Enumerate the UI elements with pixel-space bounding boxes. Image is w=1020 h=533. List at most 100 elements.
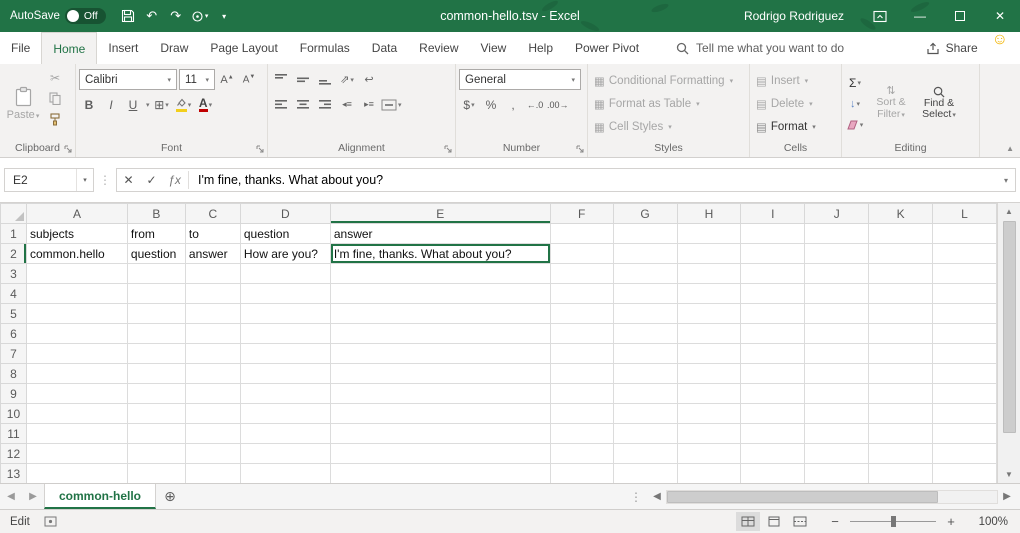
cell-D6[interactable] — [240, 324, 330, 344]
cell-L12[interactable] — [933, 444, 997, 464]
cell-L7[interactable] — [933, 344, 997, 364]
copy-button[interactable] — [45, 88, 65, 109]
tab-view[interactable]: View — [470, 32, 518, 64]
cell-I1[interactable] — [741, 224, 805, 244]
cell-E4[interactable] — [330, 284, 550, 304]
cell-C7[interactable] — [185, 344, 240, 364]
close-button[interactable]: ✕ — [980, 0, 1020, 32]
cell-B7[interactable] — [127, 344, 185, 364]
cell-G5[interactable] — [613, 304, 677, 324]
cell-J8[interactable] — [805, 364, 869, 384]
cell-C10[interactable] — [185, 404, 240, 424]
font-dialog-launcher[interactable] — [255, 144, 265, 154]
tab-page-layout[interactable]: Page Layout — [199, 32, 288, 64]
cell-A13[interactable] — [26, 464, 127, 484]
column-header-L[interactable]: L — [933, 204, 997, 224]
cell-F4[interactable] — [550, 284, 613, 304]
cell-A1[interactable]: subjects — [26, 224, 127, 244]
column-header-H[interactable]: H — [677, 204, 741, 224]
cell-B1[interactable]: from — [127, 224, 185, 244]
cell-D12[interactable] — [240, 444, 330, 464]
user-name[interactable]: Rodrigo Rodriguez — [744, 9, 844, 23]
sort-filter-button[interactable]: ⇅ Sort & Filter▾ — [869, 67, 913, 140]
cell-G6[interactable] — [613, 324, 677, 344]
touch-mode-button[interactable]: ▾ — [188, 3, 212, 29]
formula-input[interactable]: I'm fine, thanks. What about you? — [191, 173, 997, 187]
column-header-G[interactable]: G — [613, 204, 677, 224]
currency-format-button[interactable]: $▾ — [459, 94, 479, 115]
cell-L2[interactable] — [933, 244, 997, 264]
increase-font-button[interactable]: A▲ — [217, 69, 237, 90]
column-header-F[interactable]: F — [550, 204, 613, 224]
cell-B3[interactable] — [127, 264, 185, 284]
cell-C13[interactable] — [185, 464, 240, 484]
cell-E1[interactable]: answer — [330, 224, 550, 244]
row-header-11[interactable]: 11 — [1, 424, 27, 444]
cell-C1[interactable]: to — [185, 224, 240, 244]
row-header-4[interactable]: 4 — [1, 284, 27, 304]
cell-D5[interactable] — [240, 304, 330, 324]
cell-H5[interactable] — [677, 304, 741, 324]
cell-H4[interactable] — [677, 284, 741, 304]
cell-H13[interactable] — [677, 464, 741, 484]
align-bottom-button[interactable] — [315, 69, 335, 90]
cell-A3[interactable] — [26, 264, 127, 284]
redo-button[interactable]: ↷ — [164, 3, 188, 29]
cell-B4[interactable] — [127, 284, 185, 304]
align-top-button[interactable] — [271, 69, 291, 90]
increase-decimal-button[interactable]: ←.0 — [525, 94, 545, 115]
collapse-ribbon-button[interactable]: ▲ — [1006, 144, 1014, 153]
cell-L3[interactable] — [933, 264, 997, 284]
scroll-up-icon[interactable]: ▲ — [998, 203, 1020, 220]
cell-I2[interactable] — [741, 244, 805, 264]
wrap-text-button[interactable]: ↩ — [359, 69, 379, 90]
column-header-A[interactable]: A — [26, 204, 127, 224]
row-header-1[interactable]: 1 — [1, 224, 27, 244]
cell-J10[interactable] — [805, 404, 869, 424]
vertical-scroll-thumb[interactable] — [1003, 221, 1016, 433]
cell-L6[interactable] — [933, 324, 997, 344]
cell-H1[interactable] — [677, 224, 741, 244]
cell-K10[interactable] — [869, 404, 933, 424]
cell-I8[interactable] — [741, 364, 805, 384]
row-header-13[interactable]: 13 — [1, 464, 27, 484]
number-dialog-launcher[interactable] — [575, 144, 585, 154]
cell-A9[interactable] — [26, 384, 127, 404]
cell-A2[interactable]: common.hello — [26, 244, 127, 264]
name-box-dropdown[interactable]: ▾ — [76, 169, 93, 191]
cell-H12[interactable] — [677, 444, 741, 464]
cell-E13[interactable] — [330, 464, 550, 484]
paste-button[interactable]: Paste▾ — [3, 67, 43, 140]
undo-button[interactable]: ↶ — [140, 3, 164, 29]
feedback-smiley-icon[interactable]: ☺ — [992, 32, 1008, 64]
row-header-5[interactable]: 5 — [1, 304, 27, 324]
sheet-tab-common-hello[interactable]: common-hello — [44, 484, 156, 509]
comma-format-button[interactable]: , — [503, 94, 523, 115]
scroll-down-icon[interactable]: ▼ — [998, 466, 1020, 483]
cell-F6[interactable] — [550, 324, 613, 344]
tab-insert[interactable]: Insert — [97, 32, 149, 64]
cell-K3[interactable] — [869, 264, 933, 284]
cell-B6[interactable] — [127, 324, 185, 344]
percent-format-button[interactable]: % — [481, 94, 501, 115]
cell-B2[interactable]: question — [127, 244, 185, 264]
cell-E7[interactable] — [330, 344, 550, 364]
tab-help[interactable]: Help — [517, 32, 564, 64]
cell-H8[interactable] — [677, 364, 741, 384]
cell-D8[interactable] — [240, 364, 330, 384]
cell-F1[interactable] — [550, 224, 613, 244]
page-break-view-button[interactable] — [788, 512, 812, 531]
cell-K2[interactable] — [869, 244, 933, 264]
scroll-right-icon[interactable]: ▶ — [998, 491, 1016, 502]
cell-H7[interactable] — [677, 344, 741, 364]
cell-B5[interactable] — [127, 304, 185, 324]
cell-E8[interactable] — [330, 364, 550, 384]
expand-formula-bar-button[interactable]: ▾ — [997, 176, 1015, 185]
cell-K7[interactable] — [869, 344, 933, 364]
row-header-7[interactable]: 7 — [1, 344, 27, 364]
row-header-3[interactable]: 3 — [1, 264, 27, 284]
cell-D1[interactable]: question — [240, 224, 330, 244]
delete-cells-button[interactable]: ▤ Delete ▾ — [753, 92, 838, 115]
cell-J11[interactable] — [805, 424, 869, 444]
cell-F7[interactable] — [550, 344, 613, 364]
